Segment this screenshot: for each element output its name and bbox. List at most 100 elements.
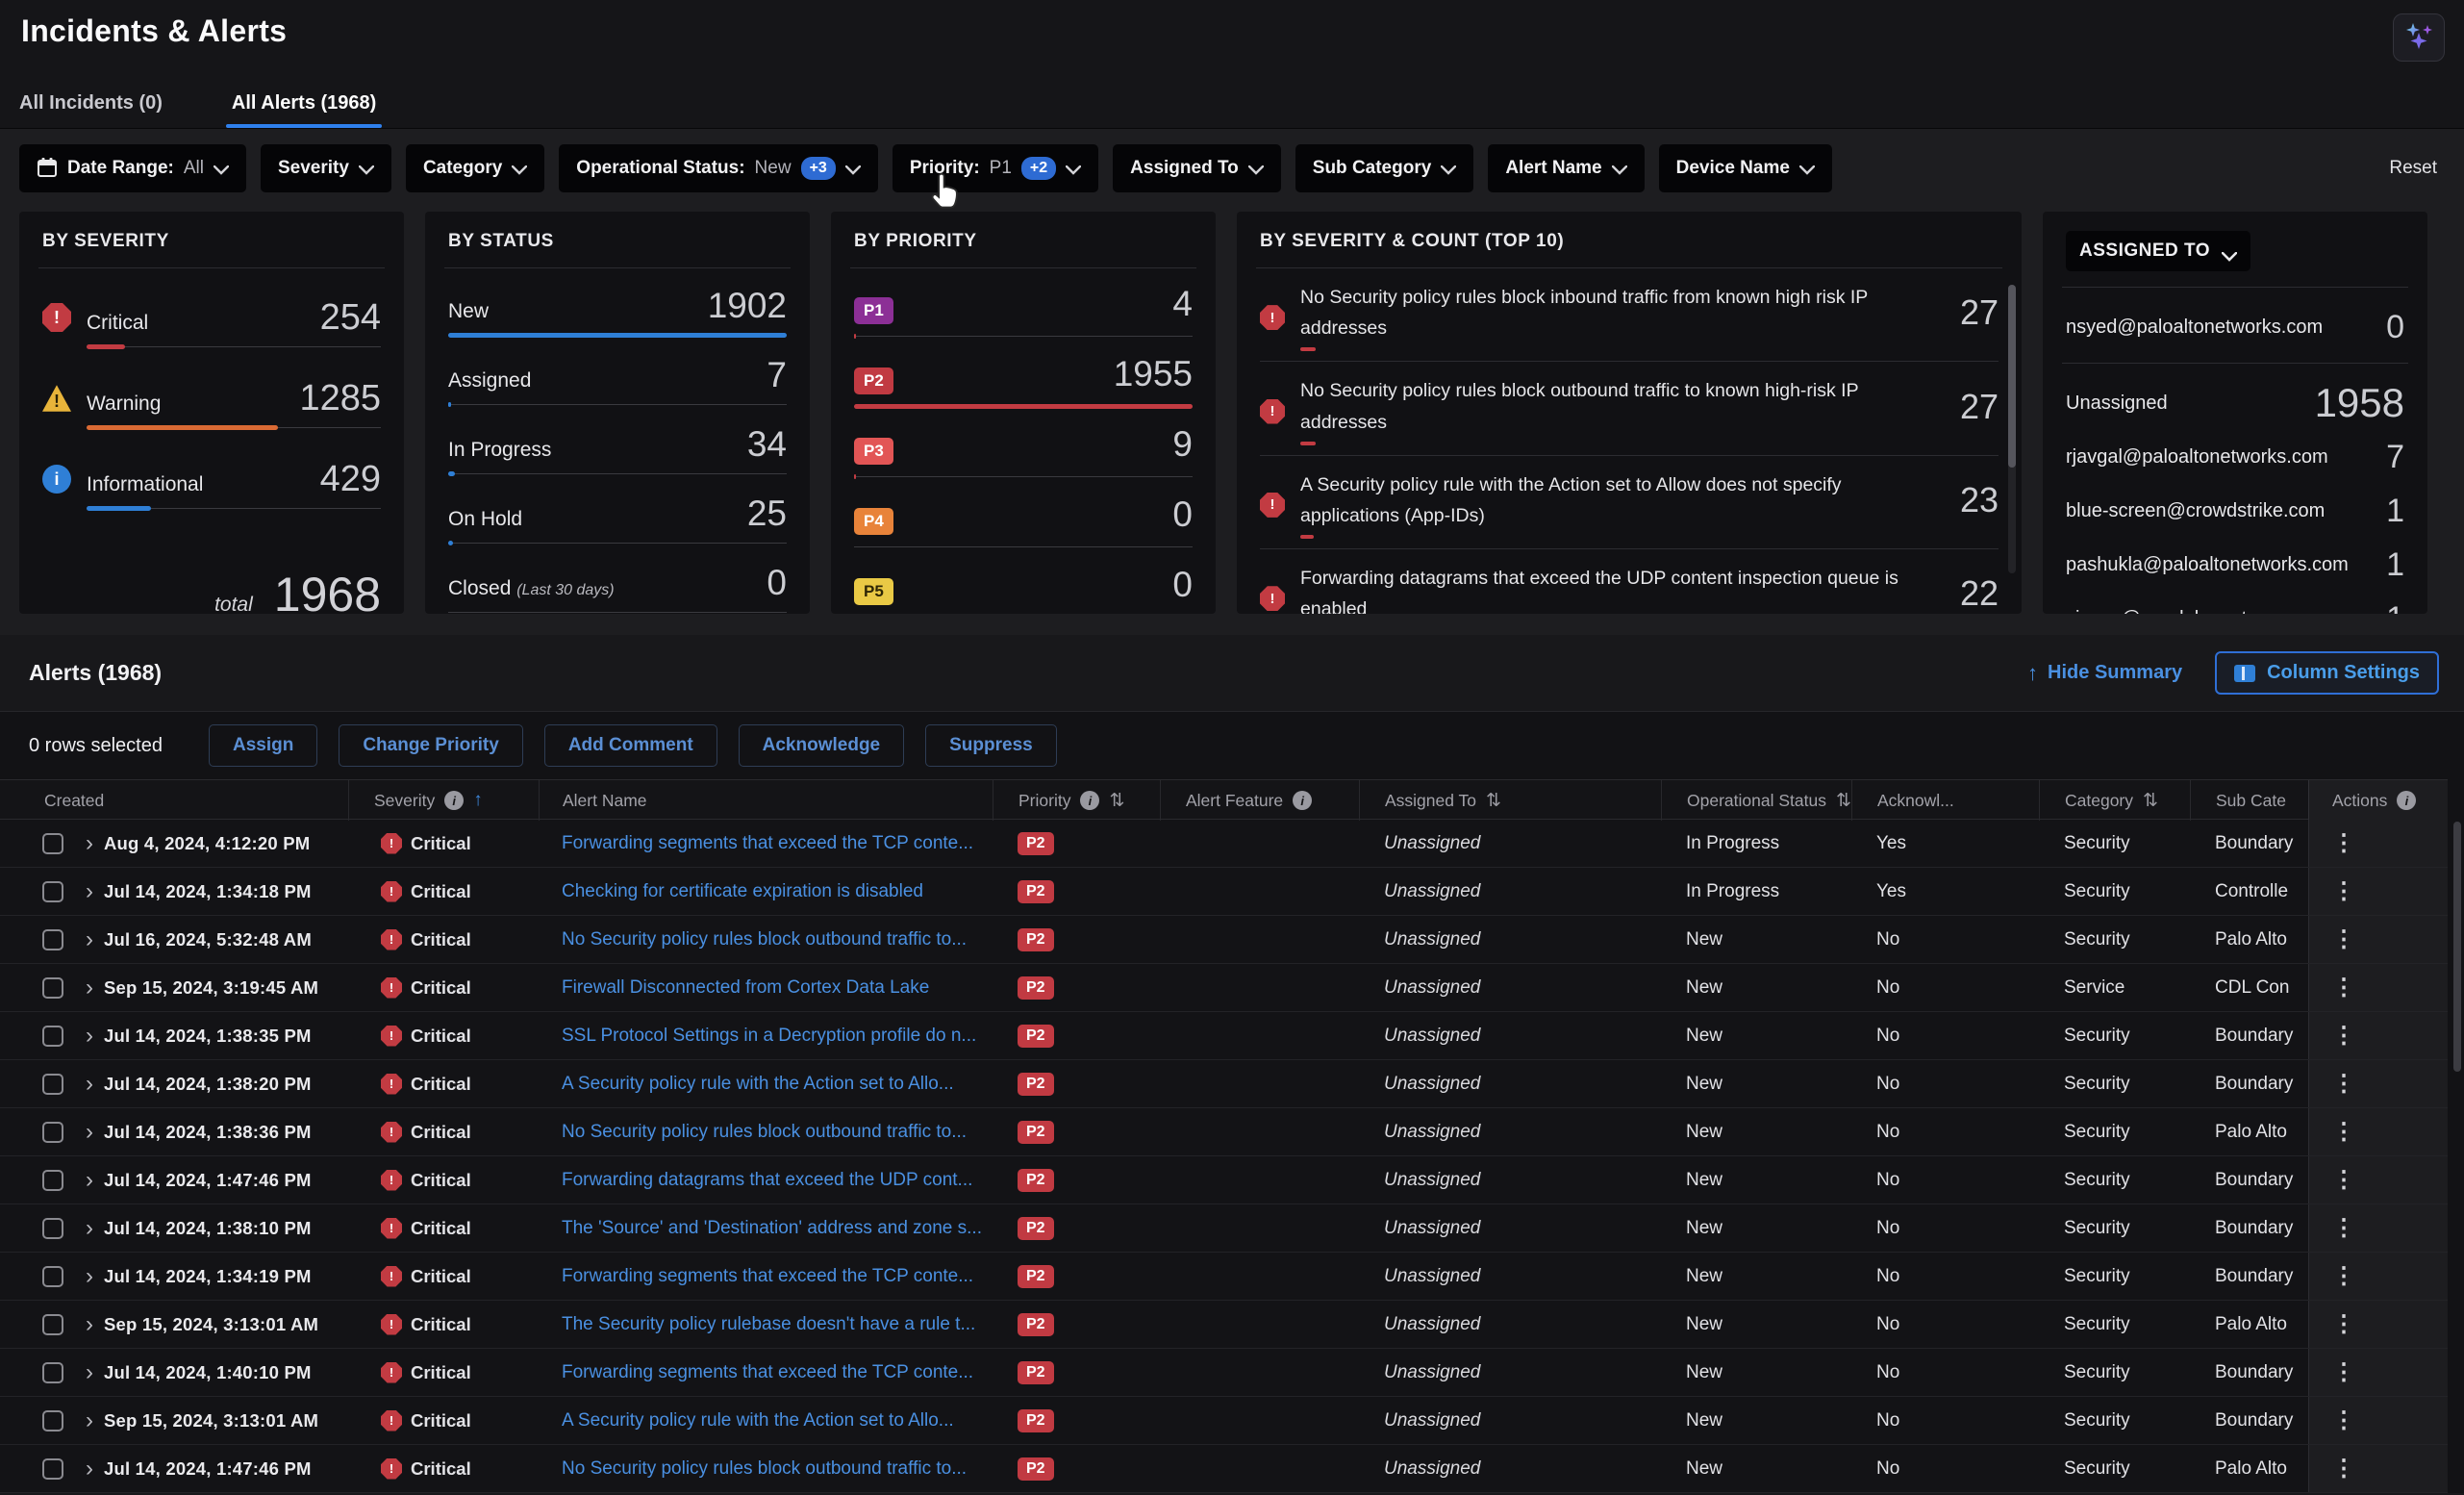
card-scrollbar[interactable] bbox=[2008, 285, 2016, 573]
row-checkbox[interactable] bbox=[42, 977, 63, 999]
row-checkbox[interactable] bbox=[42, 929, 63, 950]
priority-row[interactable]: P4 0 bbox=[854, 499, 1193, 549]
table-row[interactable]: › Jul 14, 2024, 1:38:10 PM ! Critical Th… bbox=[0, 1204, 2448, 1253]
row-actions-menu[interactable]: ⋮ bbox=[2332, 832, 2355, 855]
bulk-action-button[interactable]: Acknowledge bbox=[739, 724, 904, 767]
row-actions-menu[interactable]: ⋮ bbox=[2332, 1073, 2355, 1096]
filter-button[interactable]: Alert Name bbox=[1488, 144, 1644, 192]
expand-chevron-icon[interactable]: › bbox=[86, 1121, 93, 1144]
expand-chevron-icon[interactable]: › bbox=[86, 1217, 93, 1240]
table-row[interactable]: › Jul 14, 2024, 1:47:46 PM ! Critical Fo… bbox=[0, 1156, 2448, 1204]
assigned-to-dropdown[interactable]: ASSIGNED TO bbox=[2066, 231, 2250, 271]
alert-name-link[interactable]: Forwarding datagrams that exceed the UDP… bbox=[562, 1170, 972, 1191]
expand-chevron-icon[interactable]: › bbox=[86, 1457, 93, 1481]
row-checkbox[interactable] bbox=[42, 1314, 63, 1335]
table-row[interactable]: › Sep 15, 2024, 3:19:45 AM ! Critical Fi… bbox=[0, 964, 2448, 1012]
status-row[interactable]: In Progress 34 bbox=[448, 429, 787, 476]
row-actions-menu[interactable]: ⋮ bbox=[2332, 928, 2355, 951]
header-operational-status[interactable]: Operational Status ⇅ bbox=[1661, 780, 1851, 821]
alert-name-link[interactable]: A Security policy rule with the Action s… bbox=[562, 1074, 954, 1095]
row-checkbox[interactable] bbox=[42, 1266, 63, 1287]
reset-button[interactable]: Reset bbox=[2389, 158, 2437, 179]
row-actions-menu[interactable]: ⋮ bbox=[2332, 1313, 2355, 1336]
table-row[interactable]: › Jul 16, 2024, 5:32:48 AM ! Critical No… bbox=[0, 916, 2448, 964]
alert-name-link[interactable]: Forwarding segments that exceed the TCP … bbox=[562, 1362, 973, 1383]
status-row[interactable]: Assigned 7 bbox=[448, 360, 787, 407]
filter-button[interactable]: Assigned To bbox=[1113, 144, 1281, 192]
alert-name-link[interactable]: No Security policy rules block outbound … bbox=[562, 1458, 967, 1480]
table-row[interactable]: › Jul 14, 2024, 1:40:10 PM ! Critical Fo… bbox=[0, 1349, 2448, 1397]
row-checkbox[interactable] bbox=[42, 1122, 63, 1143]
filter-button[interactable]: Date Range: All bbox=[19, 144, 246, 192]
bulk-action-button[interactable]: Change Priority bbox=[339, 724, 522, 767]
header-acknowledged[interactable]: Acknowl... bbox=[1851, 780, 2039, 821]
header-priority[interactable]: Priority i ⇅ bbox=[993, 780, 1160, 821]
severity-row[interactable]: ! Critical254 bbox=[42, 301, 381, 349]
header-sub-category[interactable]: Sub Cate bbox=[2190, 780, 2308, 821]
alert-name-link[interactable]: Firewall Disconnected from Cortex Data L… bbox=[562, 977, 929, 999]
row-actions-menu[interactable]: ⋮ bbox=[2332, 1217, 2355, 1240]
expand-chevron-icon[interactable]: › bbox=[86, 832, 93, 855]
header-category[interactable]: Category ⇅ bbox=[2039, 780, 2190, 821]
filter-button[interactable]: Sub Category bbox=[1295, 144, 1474, 192]
table-row[interactable]: › Jul 14, 2024, 1:38:20 PM ! Critical A … bbox=[0, 1060, 2448, 1108]
hide-summary-button[interactable]: ↑ Hide Summary bbox=[2027, 661, 2182, 686]
table-row[interactable]: › Jul 14, 2024, 1:38:36 PM ! Critical No… bbox=[0, 1108, 2448, 1156]
expand-chevron-icon[interactable]: › bbox=[86, 1169, 93, 1192]
row-actions-menu[interactable]: ⋮ bbox=[2332, 976, 2355, 1000]
alert-name-link[interactable]: Forwarding segments that exceed the TCP … bbox=[562, 833, 973, 854]
bulk-action-button[interactable]: Suppress bbox=[925, 724, 1057, 767]
expand-chevron-icon[interactable]: › bbox=[86, 928, 93, 951]
row-actions-menu[interactable]: ⋮ bbox=[2332, 880, 2355, 903]
top10-row[interactable]: ! No Security policy rules block inbound… bbox=[1260, 268, 1999, 362]
alert-name-link[interactable]: The Security policy rulebase doesn't hav… bbox=[562, 1314, 975, 1335]
filter-button[interactable]: Operational Status: New +3 bbox=[559, 144, 878, 192]
row-actions-menu[interactable]: ⋮ bbox=[2332, 1169, 2355, 1192]
sort-icon[interactable]: ⇅ bbox=[1109, 790, 1124, 812]
header-alert-name[interactable]: Alert Name bbox=[539, 780, 993, 821]
expand-chevron-icon[interactable]: › bbox=[86, 880, 93, 903]
header-alert-feature[interactable]: Alert Feature i bbox=[1160, 780, 1359, 821]
filter-button[interactable]: Category bbox=[406, 144, 544, 192]
header-severity[interactable]: Severity i ↑ bbox=[348, 780, 539, 821]
row-checkbox[interactable] bbox=[42, 1458, 63, 1480]
header-actions[interactable]: Actions i bbox=[2308, 780, 2448, 821]
row-checkbox[interactable] bbox=[42, 1170, 63, 1191]
expand-chevron-icon[interactable]: › bbox=[86, 1265, 93, 1288]
alert-name-link[interactable]: SSL Protocol Settings in a Decryption pr… bbox=[562, 1026, 976, 1047]
row-checkbox[interactable] bbox=[42, 881, 63, 902]
table-row[interactable]: › Aug 4, 2024, 4:12:20 PM ! Critical For… bbox=[0, 820, 2448, 868]
severity-row[interactable]: ! Warning1285 bbox=[42, 382, 381, 430]
sort-icon[interactable]: ⇅ bbox=[1486, 790, 1501, 812]
table-row[interactable]: › Jul 14, 2024, 1:47:46 PM ! Critical No… bbox=[0, 1445, 2448, 1493]
bulk-action-button[interactable]: Add Comment bbox=[544, 724, 717, 767]
row-actions-menu[interactable]: ⋮ bbox=[2332, 1265, 2355, 1288]
sort-icon[interactable]: ⇅ bbox=[2143, 790, 2158, 812]
assignee-row[interactable]: pashukla@paloaltonetworks.com 1 bbox=[2066, 550, 2404, 579]
tab[interactable]: All Incidents (0) bbox=[15, 87, 166, 128]
expand-chevron-icon[interactable]: › bbox=[86, 1313, 93, 1336]
status-row[interactable]: Closed (Last 30 days) 0 bbox=[448, 568, 787, 614]
alert-name-link[interactable]: Checking for certificate expiration is d… bbox=[562, 881, 923, 902]
alert-name-link[interactable]: The 'Source' and 'Destination' address a… bbox=[562, 1218, 982, 1239]
assignee-row[interactable]: nsyed@paloaltonetworks.com 0 bbox=[2066, 313, 2404, 342]
top10-row[interactable]: ! Forwarding datagrams that exceed the U… bbox=[1260, 549, 1999, 614]
sort-ascending-icon[interactable]: ↑ bbox=[473, 790, 483, 811]
priority-row[interactable]: P3 9 bbox=[854, 429, 1193, 479]
row-checkbox[interactable] bbox=[42, 1026, 63, 1047]
assignee-row[interactable]: blue-screen@crowdstrike.com 1 bbox=[2066, 496, 2404, 525]
row-actions-menu[interactable]: ⋮ bbox=[2332, 1409, 2355, 1432]
priority-row[interactable]: P1 4 bbox=[854, 289, 1193, 339]
bulk-action-button[interactable]: Assign bbox=[209, 724, 317, 767]
priority-row[interactable]: P2 1955 bbox=[854, 359, 1193, 409]
header-assigned-to[interactable]: Assigned To ⇅ bbox=[1359, 780, 1661, 821]
row-actions-menu[interactable]: ⋮ bbox=[2332, 1025, 2355, 1048]
alert-name-link[interactable]: No Security policy rules block outbound … bbox=[562, 929, 967, 950]
top10-row[interactable]: ! A Security policy rule with the Action… bbox=[1260, 456, 1999, 549]
row-checkbox[interactable] bbox=[42, 1410, 63, 1432]
table-scrollbar[interactable] bbox=[2453, 822, 2461, 1485]
assignee-row[interactable]: rjavgal@paloaltonetworks.com 7 bbox=[2066, 443, 2404, 471]
row-actions-menu[interactable]: ⋮ bbox=[2332, 1361, 2355, 1384]
alert-name-link[interactable]: No Security policy rules block outbound … bbox=[562, 1122, 967, 1143]
status-row[interactable]: On Hold 25 bbox=[448, 498, 787, 545]
